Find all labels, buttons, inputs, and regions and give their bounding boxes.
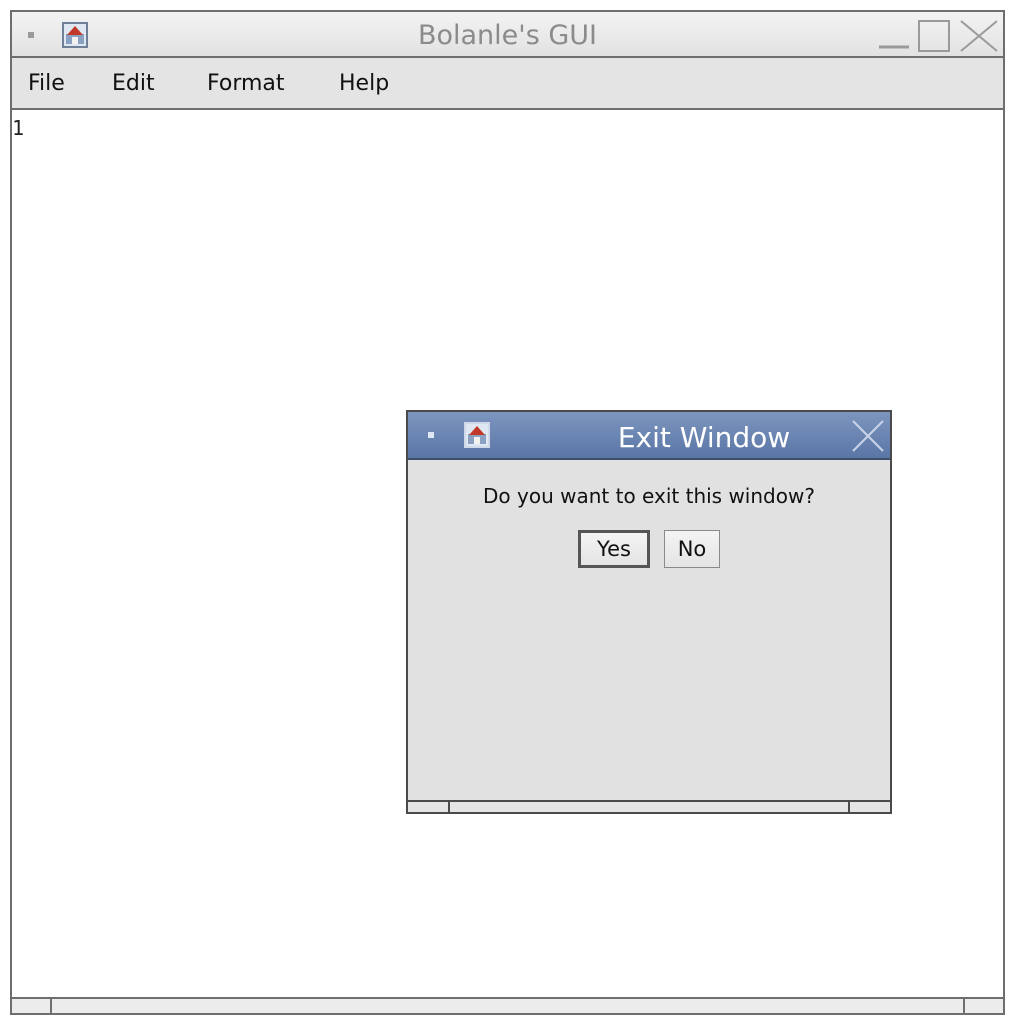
window-menu-dot-icon[interactable] <box>428 432 434 438</box>
java-app-icon <box>464 422 490 448</box>
window-title: Bolanle's GUI <box>417 20 598 51</box>
menu-file[interactable]: File <box>28 71 65 96</box>
dialog-message: Do you want to exit this window? <box>483 484 815 508</box>
no-button[interactable]: No <box>664 530 720 568</box>
resize-handle-right[interactable] <box>963 999 965 1013</box>
editor-text[interactable]: 1 <box>12 116 24 140</box>
yes-button[interactable]: Yes <box>578 530 650 568</box>
minimize-icon[interactable] <box>875 19 913 53</box>
resize-handle-left[interactable] <box>448 802 450 812</box>
main-titlebar[interactable]: Bolanle's GUI <box>12 12 1003 58</box>
menu-format[interactable]: Format <box>207 71 285 96</box>
window-bottom-border[interactable] <box>12 997 1003 1013</box>
menu-bar: File Edit Format Help <box>12 58 1003 110</box>
maximize-icon[interactable] <box>918 20 950 52</box>
exit-dialog: Exit Window Do you want to exit this win… <box>406 410 892 814</box>
menu-edit[interactable]: Edit <box>112 71 155 96</box>
dialog-titlebar[interactable]: Exit Window <box>408 412 890 460</box>
menu-help[interactable]: Help <box>339 71 389 96</box>
dialog-bottom-border[interactable] <box>408 800 890 812</box>
close-icon[interactable] <box>960 20 998 52</box>
resize-handle-right[interactable] <box>848 802 850 812</box>
resize-handle-left[interactable] <box>50 999 52 1013</box>
window-controls <box>875 19 1001 53</box>
close-icon[interactable] <box>850 418 886 454</box>
dialog-title: Exit Window <box>617 421 791 454</box>
